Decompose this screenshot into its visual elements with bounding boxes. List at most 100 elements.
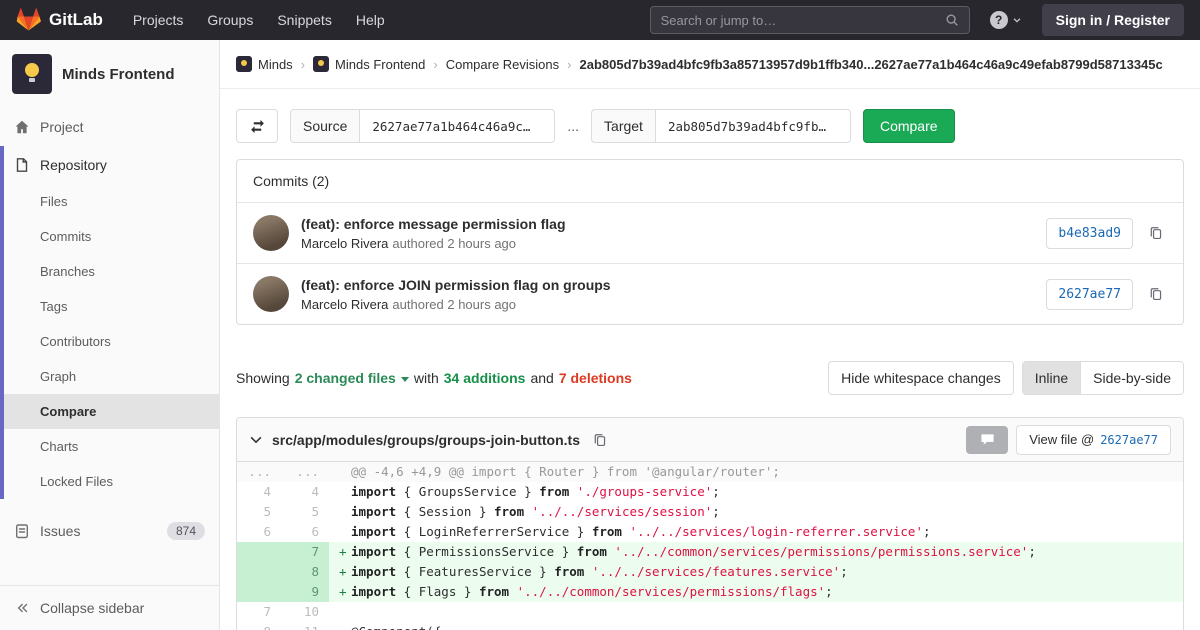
diff-line: 811 @Component({ bbox=[237, 622, 1183, 630]
diff-line-number-old[interactable] bbox=[237, 562, 281, 582]
code-text: import { Session } from '../../services/… bbox=[351, 504, 720, 519]
commit-author-link[interactable]: Marcelo Rivera bbox=[301, 236, 388, 251]
commit-author-link[interactable]: Marcelo Rivera bbox=[301, 297, 388, 312]
sidebar-item-locked-files[interactable]: Locked Files bbox=[4, 464, 219, 499]
diff-line-code: +import { PermissionsService } from '../… bbox=[329, 542, 1183, 562]
sidebar-item-issues[interactable]: Issues 874 bbox=[0, 511, 219, 551]
additions-count: 34 additions bbox=[444, 370, 526, 386]
diff-line-number-old[interactable]: 7 bbox=[237, 602, 281, 622]
hide-whitespace-button[interactable]: Hide whitespace changes bbox=[828, 361, 1014, 395]
commit-title-link[interactable]: (feat): enforce JOIN permission flag on … bbox=[301, 277, 1034, 293]
double-chevron-left-icon bbox=[16, 601, 30, 615]
changed-files-dropdown[interactable]: 2 changed files bbox=[295, 370, 409, 386]
target-revision-dropdown[interactable]: 2ab805d7b39ad4bfc9fb… bbox=[655, 109, 851, 143]
copy-file-path-button[interactable] bbox=[589, 429, 611, 451]
sidebar-item-compare[interactable]: Compare bbox=[4, 394, 219, 429]
side-by-side-view-button[interactable]: Side-by-side bbox=[1081, 362, 1183, 394]
diff-line-number-new[interactable]: ... bbox=[281, 462, 329, 482]
issues-icon bbox=[14, 523, 30, 539]
nav-link-snippets[interactable]: Snippets bbox=[265, 0, 343, 40]
diff-sign bbox=[339, 502, 351, 522]
diff-file-header: src/app/modules/groups/groups-join-butto… bbox=[237, 418, 1183, 462]
compare-button[interactable]: Compare bbox=[863, 109, 955, 143]
issues-count-badge: 874 bbox=[167, 522, 205, 540]
commit-sha-button[interactable]: b4e83ad9 bbox=[1046, 218, 1133, 249]
diff-line-number-new[interactable]: 6 bbox=[281, 522, 329, 542]
copy-commit-sha-button[interactable] bbox=[1145, 283, 1167, 305]
search-input[interactable] bbox=[661, 13, 937, 28]
help-menu[interactable]: ? bbox=[990, 11, 1022, 29]
breadcrumb-link[interactable]: Minds Frontend bbox=[335, 57, 425, 72]
copy-icon bbox=[1149, 226, 1163, 240]
sidebar-item-charts[interactable]: Charts bbox=[4, 429, 219, 464]
commit-row: (feat): enforce message permission flag M… bbox=[237, 203, 1183, 263]
diff-line-number-new[interactable]: 5 bbox=[281, 502, 329, 522]
sidebar-item-tags[interactable]: Tags bbox=[4, 289, 219, 324]
diff-line-number-old[interactable]: 5 bbox=[237, 502, 281, 522]
diff-line-number-new[interactable]: 4 bbox=[281, 482, 329, 502]
code-text: @@ -4,6 +4,9 @@ import { Router } from '… bbox=[351, 464, 780, 479]
commit-meta: Marcelo Rivera authored 2 hours ago bbox=[301, 236, 1034, 251]
range-separator: ... bbox=[567, 118, 579, 134]
diff-line-code: import { GroupsService } from './groups-… bbox=[329, 482, 1183, 502]
diff-line-number-old[interactable]: 4 bbox=[237, 482, 281, 502]
nav-link-projects[interactable]: Projects bbox=[121, 0, 196, 40]
diff-line-number-new[interactable]: 11 bbox=[281, 622, 329, 630]
breadcrumb-separator: › bbox=[301, 57, 305, 72]
swap-revisions-button[interactable] bbox=[236, 109, 278, 143]
diff-line-number-old[interactable]: ... bbox=[237, 462, 281, 482]
diff-line-number-old[interactable] bbox=[237, 542, 281, 562]
commit-meta-text: authored 2 hours ago bbox=[392, 236, 516, 251]
breadcrumb-item: Minds bbox=[236, 56, 293, 72]
diff-line-number-new[interactable]: 7 bbox=[281, 542, 329, 562]
commit-sha-button[interactable]: 2627ae77 bbox=[1046, 279, 1133, 310]
view-file-button[interactable]: View file @ 2627ae77 bbox=[1016, 425, 1171, 455]
search-box[interactable] bbox=[650, 6, 970, 34]
toggle-comments-button[interactable] bbox=[966, 426, 1008, 454]
sidebar-item-contributors[interactable]: Contributors bbox=[4, 324, 219, 359]
sidebar: Minds Frontend Project Repository FilesC… bbox=[0, 40, 220, 630]
gitlab-logo[interactable]: GitLab bbox=[16, 8, 103, 32]
project-header[interactable]: Minds Frontend bbox=[0, 40, 219, 108]
commit-title-link[interactable]: (feat): enforce message permission flag bbox=[301, 216, 1034, 232]
commit-list: (feat): enforce message permission flag M… bbox=[237, 203, 1183, 324]
diff-lines: ...... @@ -4,6 +4,9 @@ import { Router }… bbox=[237, 462, 1183, 630]
project-avatar-icon bbox=[236, 56, 252, 72]
sidebar-item-project[interactable]: Project bbox=[0, 108, 219, 146]
diff-line: 66 import { LoginReferrerService } from … bbox=[237, 522, 1183, 542]
compare-form: Source 2627ae77a1b464c46a9c… ... Target … bbox=[236, 109, 1184, 143]
diff-line: 7+import { PermissionsService } from '..… bbox=[237, 542, 1183, 562]
nav-link-groups[interactable]: Groups bbox=[195, 0, 265, 40]
target-label: Target bbox=[591, 109, 655, 143]
chevron-down-icon[interactable] bbox=[249, 433, 263, 447]
sidebar-item-commits[interactable]: Commits bbox=[4, 219, 219, 254]
project-avatar bbox=[12, 54, 52, 94]
diff-line-number-old[interactable]: 6 bbox=[237, 522, 281, 542]
code-text: import { GroupsService } from './groups-… bbox=[351, 484, 720, 499]
sidebar-item-graph[interactable]: Graph bbox=[4, 359, 219, 394]
collapse-sidebar-button[interactable]: Collapse sidebar bbox=[0, 585, 219, 630]
diff-file-path[interactable]: src/app/modules/groups/groups-join-butto… bbox=[272, 432, 580, 448]
breadcrumb-separator: › bbox=[567, 57, 571, 72]
copy-commit-sha-button[interactable] bbox=[1145, 222, 1167, 244]
commit-main: (feat): enforce message permission flag M… bbox=[301, 216, 1034, 251]
breadcrumb-item: Minds Frontend bbox=[313, 56, 425, 72]
source-label: Source bbox=[290, 109, 359, 143]
nav-link-help[interactable]: Help bbox=[344, 0, 397, 40]
diff-line-number-old[interactable] bbox=[237, 582, 281, 602]
sidebar-item-branches[interactable]: Branches bbox=[4, 254, 219, 289]
sidebar-item-repository[interactable]: Repository bbox=[4, 146, 219, 184]
sign-in-button[interactable]: Sign in / Register bbox=[1042, 4, 1184, 36]
breadcrumb-link[interactable]: Compare Revisions bbox=[446, 57, 559, 72]
inline-view-button[interactable]: Inline bbox=[1023, 362, 1081, 394]
diff-line-number-new[interactable]: 9 bbox=[281, 582, 329, 602]
source-revision-dropdown[interactable]: 2627ae77a1b464c46a9c… bbox=[359, 109, 555, 143]
diff-line-number-old[interactable]: 8 bbox=[237, 622, 281, 630]
copy-icon bbox=[1149, 287, 1163, 301]
top-navbar: GitLab ProjectsGroupsSnippetsHelp ? Sign… bbox=[0, 0, 1200, 40]
diff-line-number-new[interactable]: 8 bbox=[281, 562, 329, 582]
diff-line-number-new[interactable]: 10 bbox=[281, 602, 329, 622]
code-text: import { FeaturesService } from '../../s… bbox=[351, 564, 848, 579]
sidebar-item-files[interactable]: Files bbox=[4, 184, 219, 219]
breadcrumb-link[interactable]: Minds bbox=[258, 57, 293, 72]
